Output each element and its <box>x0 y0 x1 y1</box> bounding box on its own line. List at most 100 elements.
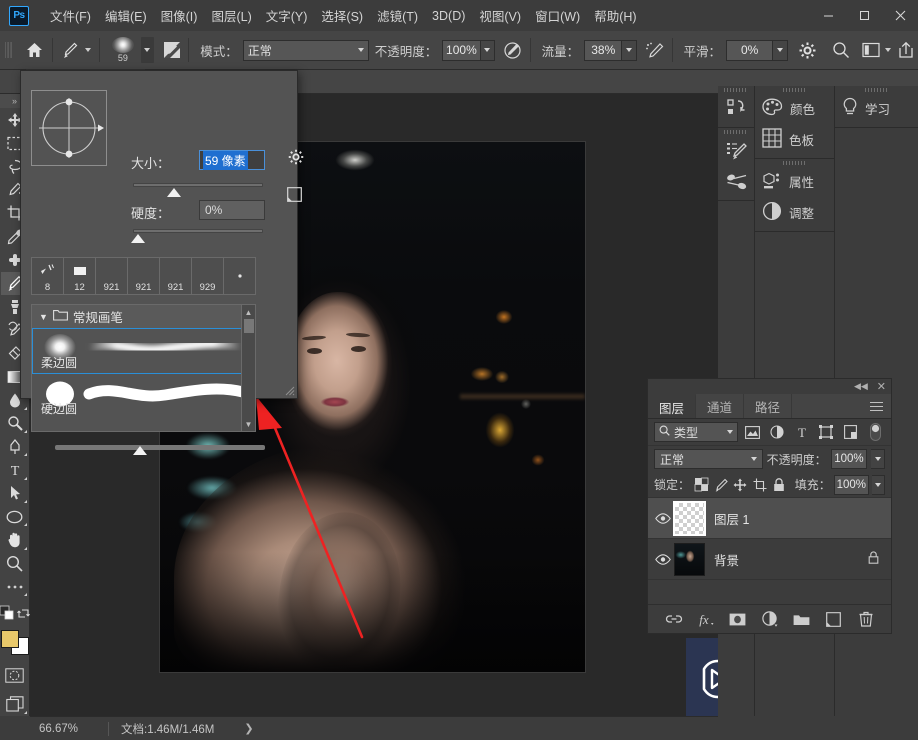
flow-input[interactable]: 38% <box>584 39 623 61</box>
dock-grip[interactable] <box>755 159 834 166</box>
delete-layer-icon[interactable] <box>857 610 875 628</box>
tool-path-select[interactable] <box>1 482 29 505</box>
airbrush-icon[interactable] <box>643 37 667 63</box>
brush-tool-dropdown[interactable] <box>81 37 94 63</box>
panel-color[interactable]: 颜色 <box>755 93 834 124</box>
list-item[interactable]: 921 <box>96 258 128 294</box>
smoothing-dropdown[interactable] <box>773 39 788 61</box>
panel-properties[interactable]: 属性 <box>755 166 834 197</box>
menu-edit[interactable]: 编辑(E) <box>98 2 154 29</box>
brush-size-slider[interactable] <box>133 183 263 187</box>
type-filter-icon[interactable]: T <box>792 422 811 442</box>
workspace-icon[interactable] <box>859 37 883 63</box>
brush-list-size-handle[interactable] <box>133 446 147 455</box>
brush-preset-list[interactable]: ▼ 常规画笔 柔边圆 硬边圆 ▲ ▼ <box>31 304 256 432</box>
swap-colors-icon[interactable] <box>17 600 31 626</box>
layer-opacity-input[interactable]: 100% <box>830 449 868 469</box>
chevron-down-icon[interactable]: ▼ <box>39 312 48 322</box>
layer-opacity-dropdown[interactable] <box>871 449 885 469</box>
menu-view[interactable]: 视图(V) <box>472 2 528 29</box>
tab-paths[interactable]: 路径 <box>744 394 793 418</box>
layer-name[interactable]: 图层 1 <box>714 509 749 528</box>
layer-filter-kind-select[interactable]: 类型 <box>654 422 739 442</box>
layer-name[interactable]: 背景 <box>714 550 739 569</box>
list-item[interactable]: 8 <box>32 258 64 294</box>
dock-grip[interactable] <box>718 86 754 93</box>
share-icon[interactable] <box>894 37 918 63</box>
menu-layer[interactable]: 图层(L) <box>204 2 258 29</box>
opacity-dropdown[interactable] <box>480 39 496 61</box>
panel-swatches[interactable]: 色板 <box>755 124 834 155</box>
layer-style-icon[interactable]: fx <box>697 610 715 628</box>
panel-learn[interactable]: 学习 <box>835 93 918 124</box>
menu-filter[interactable]: 滤镜(T) <box>370 2 425 29</box>
layer-mask-icon[interactable] <box>729 610 747 628</box>
list-item[interactable]: 硬边圆 <box>32 374 255 420</box>
layer-visibility-toggle[interactable] <box>652 512 674 524</box>
brush-panel-toggle-icon[interactable] <box>160 37 184 63</box>
shape-filter-icon[interactable] <box>817 422 836 442</box>
pressure-opacity-icon[interactable] <box>501 37 525 63</box>
list-item[interactable]: 12 <box>64 258 96 294</box>
ellipsis-icon[interactable] <box>1 575 29 598</box>
tool-zoom[interactable] <box>1 552 29 575</box>
layer-blend-mode-select[interactable]: 正常 <box>654 449 763 469</box>
layer-thumbnail[interactable] <box>674 542 705 576</box>
zoom-level[interactable]: 66.67% <box>30 723 108 735</box>
brush-angle-roundness-control[interactable] <box>31 90 107 166</box>
tab-layers[interactable]: 图层 <box>648 394 697 418</box>
brush-folder-row[interactable]: ▼ 常规画笔 <box>32 305 255 328</box>
brush-size-input[interactable]: 59 像素 <box>199 150 265 170</box>
list-item[interactable] <box>224 258 255 294</box>
list-item[interactable]: 柔边圆 <box>32 328 255 374</box>
brush-tool-icon[interactable] <box>58 37 82 63</box>
scroll-down-icon[interactable]: ▼ <box>242 417 255 431</box>
close-button[interactable] <box>882 0 918 31</box>
brush-size-slider-handle[interactable] <box>167 188 181 197</box>
brushes-icon[interactable] <box>718 166 755 197</box>
menu-window[interactable]: 窗口(W) <box>528 2 587 29</box>
minimize-button[interactable] <box>810 0 846 31</box>
brush-preset-dropdown[interactable] <box>141 37 154 63</box>
scrollbar-thumb[interactable] <box>244 319 254 333</box>
dock-grip[interactable] <box>835 86 918 93</box>
layer-visibility-toggle[interactable] <box>652 553 674 565</box>
brush-hardness-input[interactable]: 0% <box>199 200 265 220</box>
table-row[interactable]: 图层 1 <box>648 498 891 539</box>
smoothing-input[interactable]: 0% <box>725 39 774 61</box>
menu-type[interactable]: 文字(Y) <box>259 2 315 29</box>
menu-select[interactable]: 选择(S) <box>314 2 370 29</box>
double-chevron-icon[interactable]: ◀◀ <box>854 381 868 392</box>
dock-grip[interactable] <box>755 86 834 93</box>
color-swatches[interactable] <box>0 630 29 656</box>
lock-transparent-icon[interactable] <box>693 475 710 494</box>
gear-icon[interactable] <box>288 149 304 168</box>
menu-help[interactable]: 帮助(H) <box>587 2 643 29</box>
brush-hardness-slider-handle[interactable] <box>131 234 145 243</box>
tool-shape-ellipse[interactable] <box>1 505 29 528</box>
lock-artboard-icon[interactable] <box>752 475 769 494</box>
quick-mask-icon[interactable] <box>1 663 29 686</box>
pixel-filter-icon[interactable] <box>743 422 762 442</box>
home-icon[interactable] <box>23 37 47 63</box>
list-item[interactable]: 921 <box>128 258 160 294</box>
brush-list-scrollbar[interactable]: ▲ ▼ <box>241 305 255 431</box>
smart-object-filter-icon[interactable] <box>841 422 860 442</box>
resize-grip-icon[interactable] <box>283 384 295 396</box>
menu-3d[interactable]: 3D(D) <box>425 5 472 27</box>
brush-settings-icon[interactable] <box>718 135 755 166</box>
table-row[interactable]: 背景 <box>648 539 891 580</box>
panel-adjustments[interactable]: 调整 <box>755 197 834 228</box>
menu-image[interactable]: 图像(I) <box>154 2 205 29</box>
tool-dodge[interactable] <box>1 412 29 435</box>
adjustment-layer-icon[interactable] <box>761 610 779 628</box>
brush-preview-button[interactable]: 59 <box>105 33 141 67</box>
tool-type[interactable]: T <box>1 458 29 481</box>
status-expand-arrow[interactable]: ❯ <box>244 722 253 735</box>
layer-fill-input[interactable]: 100% <box>833 474 869 495</box>
list-item[interactable]: 929 <box>192 258 224 294</box>
blend-mode-select[interactable]: 正常 <box>242 39 369 61</box>
hamburger-menu-icon[interactable] <box>862 394 891 418</box>
layer-fill-dropdown[interactable] <box>871 474 886 495</box>
default-colors-icon[interactable] <box>0 600 15 626</box>
